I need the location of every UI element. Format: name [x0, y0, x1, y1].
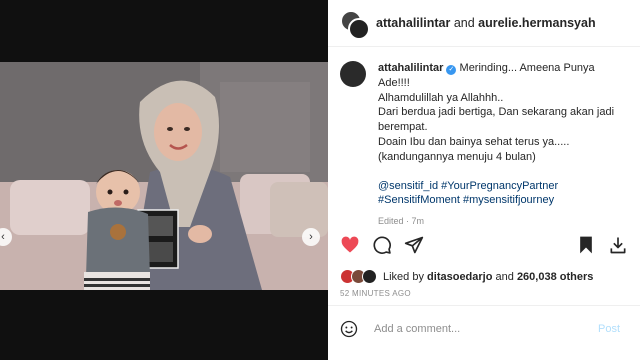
emoji-icon[interactable]	[340, 320, 358, 338]
likes-summary: Liked by ditasoedarjo and 260,038 others	[340, 269, 593, 284]
post-timestamp[interactable]: 52 MINUTES AGO	[340, 289, 411, 298]
post-comment-button[interactable]: Post	[598, 323, 620, 335]
heart-icon[interactable]	[340, 235, 360, 255]
caption-line: Alhamdulillah ya Allahhh..	[378, 91, 504, 104]
comment-input[interactable]	[372, 321, 586, 336]
caption-line: berempat.	[378, 121, 428, 134]
edited-timestamp: Edited · 7m	[378, 216, 425, 227]
share-icon[interactable]	[404, 235, 424, 255]
caption-line: (kandungannya menuju 4 bulan)	[378, 150, 536, 163]
comment-icon[interactable]	[372, 235, 392, 255]
verified-badge-icon: ✓	[446, 65, 457, 75]
post-details-panel: attahalilintar and aurelie.hermansyah at…	[328, 0, 640, 360]
photo-illustration	[0, 62, 328, 290]
bookmark-icon[interactable]	[576, 235, 596, 255]
post-header: attahalilintar and aurelie.hermansyah	[328, 0, 640, 47]
download-icon[interactable]	[608, 235, 628, 255]
hashtag-link[interactable]: @sensitif_id #YourPregnancyPartner	[378, 179, 626, 194]
caption-line: Dari berdua jadi bertiga, Dan sekarang a…	[378, 106, 615, 119]
caption: attahalilintar ✓ Merinding... Ameena Pun…	[328, 47, 640, 229]
next-photo-button[interactable]: ›	[302, 228, 320, 246]
avatar[interactable]	[340, 61, 366, 87]
likes-count[interactable]: 260,038 others	[517, 271, 593, 283]
hashtag-link[interactable]: #SensitifMoment #mysensitifjourney	[378, 193, 626, 208]
caption-line: Doain Ibu dan bainya sehat terus ya.....	[378, 135, 570, 148]
collab-avatars[interactable]	[340, 10, 370, 40]
post-authors: attahalilintar and aurelie.hermansyah	[376, 16, 596, 30]
caption-line: Ade!!!!	[378, 76, 410, 89]
coauthor-link[interactable]: aurelie.hermansyah	[478, 16, 595, 30]
post-photo[interactable]: ‹ ›	[0, 62, 328, 290]
caption-line: Merinding... Ameena Punya	[459, 62, 595, 74]
comment-box: Post	[328, 305, 640, 351]
caption-body: attahalilintar ✓ Merinding... Ameena Pun…	[378, 61, 626, 229]
author-separator: and	[453, 16, 475, 30]
avatar[interactable]	[362, 269, 377, 284]
caption-username[interactable]: attahalilintar	[378, 62, 443, 74]
author-link[interactable]: attahalilintar	[376, 16, 450, 30]
likes-text[interactable]: Liked by ditasoedarjo and 260,038 others	[383, 271, 593, 283]
avatar[interactable]	[348, 18, 370, 40]
action-bar	[340, 233, 628, 257]
likes-prefix: Liked by	[383, 270, 424, 283]
liker-username[interactable]: ditasoedarjo	[427, 271, 492, 283]
likes-conjunction: and	[495, 270, 514, 283]
